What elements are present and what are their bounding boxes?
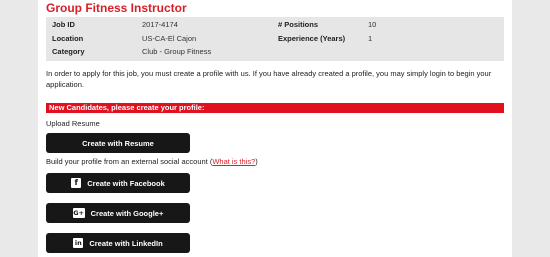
create-with-google-plus-label: Create with Google+ bbox=[90, 208, 164, 218]
create-with-facebook-label: Create with Facebook bbox=[87, 178, 165, 188]
positions-value: 10 bbox=[368, 20, 377, 29]
social-prompt-text: Build your profile from an external soci… bbox=[46, 157, 208, 166]
create-with-resume-label: Create with Resume bbox=[82, 138, 154, 148]
create-with-facebook-button[interactable]: f Create with Facebook bbox=[46, 173, 190, 193]
experience-label: Experience (Years) bbox=[278, 34, 346, 43]
location-value: US-CA-El Cajon bbox=[142, 34, 197, 43]
job-id-value: 2017-4174 bbox=[142, 20, 178, 29]
create-with-linkedin-button[interactable]: in Create with LinkedIn bbox=[46, 233, 190, 253]
upload-resume-label: Upload Resume bbox=[46, 119, 100, 128]
job-id-label: Job ID bbox=[52, 20, 75, 29]
new-candidates-bar: New Candidates, please create your profi… bbox=[46, 103, 504, 113]
experience-value: 1 bbox=[368, 34, 373, 43]
positions-label: # Positions bbox=[278, 20, 319, 29]
create-with-linkedin-label: Create with LinkedIn bbox=[89, 238, 163, 248]
job-title: Group Fitness Instructor bbox=[46, 1, 187, 15]
intro-text: In order to apply for this job, you must… bbox=[46, 69, 492, 89]
job-panel: Group Fitness Instructor Job ID 2017-417… bbox=[38, 0, 512, 257]
category-label: Category bbox=[52, 47, 85, 56]
facebook-icon: f bbox=[71, 178, 82, 188]
social-prompt: Build your profile from an external soci… bbox=[46, 157, 258, 166]
job-info-box: Job ID 2017-4174 Location US-CA-El Cajon… bbox=[46, 17, 504, 61]
linkedin-icon: in bbox=[73, 238, 84, 248]
category-value: Club - Group Fitness bbox=[142, 47, 212, 56]
whats-this-link[interactable]: What is this? bbox=[212, 157, 255, 166]
create-with-google-plus-button[interactable]: G+ Create with Google+ bbox=[46, 203, 190, 223]
google-plus-icon: G+ bbox=[72, 208, 85, 218]
create-with-resume-button[interactable]: Create with Resume bbox=[46, 133, 190, 153]
location-label: Location bbox=[52, 34, 84, 43]
